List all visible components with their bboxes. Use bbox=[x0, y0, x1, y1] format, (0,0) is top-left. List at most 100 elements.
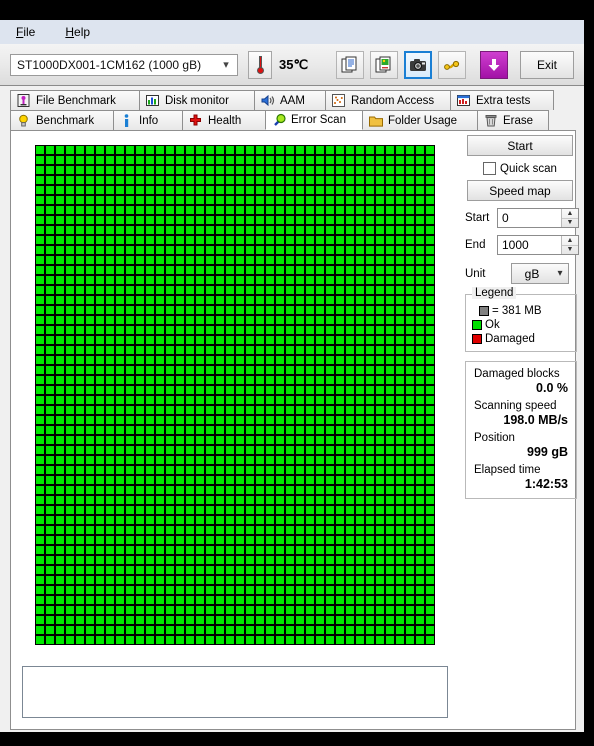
sector-cell bbox=[305, 295, 315, 305]
sector-cell bbox=[205, 435, 215, 445]
tab-aam[interactable]: AAM bbox=[254, 90, 326, 110]
sector-cell bbox=[355, 455, 365, 465]
sector-cell bbox=[195, 365, 205, 375]
quick-scan-checkbox[interactable] bbox=[483, 162, 497, 175]
sector-cell bbox=[285, 315, 295, 325]
sector-cell bbox=[165, 495, 175, 505]
sector-cell bbox=[335, 295, 345, 305]
tab-folder-usage[interactable]: Folder Usage bbox=[362, 110, 478, 130]
chevron-down-icon: ▾ bbox=[223, 59, 229, 71]
copy-image-button[interactable] bbox=[370, 50, 398, 79]
start-scan-button[interactable]: Start bbox=[467, 135, 573, 156]
sector-cell bbox=[405, 415, 415, 425]
tab-info[interactable]: Info bbox=[113, 110, 183, 130]
sector-cell bbox=[425, 355, 435, 365]
sector-cell bbox=[255, 325, 265, 335]
sector-cell bbox=[115, 215, 125, 225]
exit-button[interactable]: Exit bbox=[520, 50, 574, 79]
start-spinner-up[interactable]: ▲ bbox=[562, 209, 578, 219]
magnifier-icon bbox=[271, 113, 286, 128]
sector-cell bbox=[175, 445, 185, 455]
end-spinner-down[interactable]: ▼ bbox=[562, 246, 578, 255]
end-spinner[interactable]: 1000 ▲ ▼ bbox=[497, 235, 579, 255]
start-spinner[interactable]: 0 ▲ ▼ bbox=[497, 208, 579, 228]
sector-cell bbox=[115, 275, 125, 285]
tab-error-scan[interactable]: Error Scan bbox=[265, 110, 363, 130]
sector-cell bbox=[265, 435, 275, 445]
sector-cell bbox=[375, 495, 385, 505]
sector-cell bbox=[195, 305, 205, 315]
start-spinner-arrows[interactable]: ▲ ▼ bbox=[561, 209, 578, 227]
sector-cell bbox=[385, 235, 395, 245]
sector-cell bbox=[55, 145, 65, 155]
sector-cell bbox=[135, 405, 145, 415]
tab-health[interactable]: Health bbox=[182, 110, 266, 130]
sector-cell bbox=[135, 285, 145, 295]
sector-cell bbox=[395, 375, 405, 385]
sector-cell bbox=[215, 385, 225, 395]
sector-cell bbox=[305, 285, 315, 295]
sector-cell bbox=[235, 585, 245, 595]
sector-cell bbox=[425, 325, 435, 335]
sector-cell bbox=[265, 575, 275, 585]
quick-scan-row[interactable]: Quick scan bbox=[459, 162, 581, 175]
sector-cell bbox=[365, 245, 375, 255]
sector-cell bbox=[65, 495, 75, 505]
download-button[interactable] bbox=[480, 50, 508, 79]
unit-value: gB bbox=[524, 266, 540, 281]
sector-cell bbox=[155, 205, 165, 215]
end-spinner-up[interactable]: ▲ bbox=[562, 236, 578, 246]
sector-cell bbox=[325, 555, 335, 565]
start-spinner-down[interactable]: ▼ bbox=[562, 219, 578, 228]
sector-cell bbox=[125, 215, 135, 225]
tab-disk-monitor[interactable]: Disk monitor bbox=[139, 90, 255, 110]
sector-cell bbox=[35, 535, 45, 545]
sector-cell bbox=[95, 225, 105, 235]
sector-cell bbox=[185, 595, 195, 605]
start-input[interactable]: 0 bbox=[498, 209, 561, 227]
sector-cell bbox=[105, 345, 115, 355]
sector-cell bbox=[345, 425, 355, 435]
sector-cell bbox=[175, 335, 185, 345]
unit-dropdown[interactable]: gB ▾ bbox=[511, 263, 569, 284]
sector-cell bbox=[245, 265, 255, 275]
sector-cell bbox=[55, 575, 65, 585]
tab-random-access[interactable]: Random Access bbox=[325, 90, 451, 110]
sector-cell bbox=[185, 585, 195, 595]
sector-cell bbox=[405, 235, 415, 245]
end-input[interactable]: 1000 bbox=[498, 236, 561, 254]
sector-cell bbox=[395, 405, 405, 415]
sector-cell bbox=[35, 625, 45, 635]
sector-cell bbox=[155, 515, 165, 525]
tab-file-benchmark[interactable]: File Benchmark bbox=[10, 90, 140, 110]
screenshot-button[interactable] bbox=[404, 50, 432, 79]
sector-cell bbox=[155, 585, 165, 595]
sector-cell bbox=[195, 605, 205, 615]
sector-cell bbox=[155, 465, 165, 475]
menu-help[interactable]: Help bbox=[61, 22, 102, 42]
sector-cell bbox=[185, 265, 195, 275]
sector-cell bbox=[115, 525, 125, 535]
disk-select-dropdown[interactable]: ST1000DX001-1CM162 (1000 gB) ▾ bbox=[10, 53, 238, 76]
sector-cell bbox=[315, 435, 325, 445]
sector-cell bbox=[165, 145, 175, 155]
sector-map-grid[interactable] bbox=[35, 145, 435, 645]
sector-cell bbox=[195, 495, 205, 505]
sector-cell bbox=[385, 185, 395, 195]
sector-cell bbox=[215, 525, 225, 535]
tab-benchmark[interactable]: Benchmark bbox=[10, 110, 114, 130]
speed-map-button[interactable]: Speed map bbox=[467, 180, 573, 201]
log-output-box[interactable] bbox=[22, 666, 448, 718]
sector-cell bbox=[125, 225, 135, 235]
menu-file[interactable]: File bbox=[12, 22, 47, 42]
sector-cell bbox=[425, 495, 435, 505]
tab-extra-tests[interactable]: Extra tests bbox=[450, 90, 554, 110]
tab-erase[interactable]: Erase bbox=[477, 110, 549, 130]
sector-cell bbox=[155, 605, 165, 615]
sector-cell bbox=[165, 425, 175, 435]
copy-text-button[interactable] bbox=[336, 50, 364, 79]
end-spinner-arrows[interactable]: ▲ ▼ bbox=[561, 236, 578, 254]
sector-cell bbox=[295, 375, 305, 385]
network-button[interactable] bbox=[438, 50, 466, 79]
sector-cell bbox=[385, 605, 395, 615]
